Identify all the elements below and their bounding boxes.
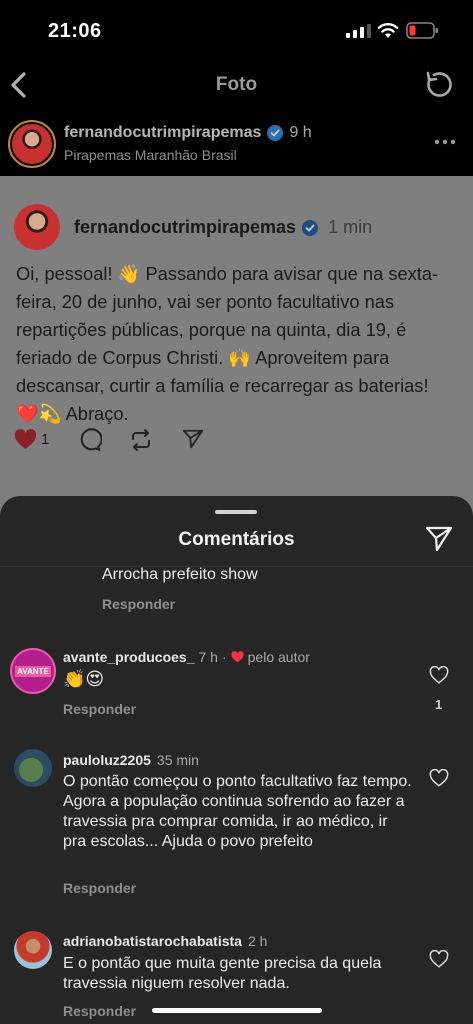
comment-like-count: 1 [435,697,443,712]
post-username[interactable]: fernandocutrimpirapemas [64,124,261,142]
comment-username[interactable]: adrianobatistarochabatista [63,933,242,949]
comment-time: 7 h [198,649,218,665]
send-icon [182,429,204,449]
reply-button[interactable]: Responder [63,701,136,717]
avatar[interactable] [8,120,56,168]
thread-actions: 1 [14,427,234,453]
heart-icon[interactable] [429,666,449,684]
thread-time: 1 min [328,217,373,237]
sheet-title: Comentários [178,529,295,550]
comment-text: 👏😍 [63,669,105,689]
home-indicator[interactable] [152,1008,322,1013]
page-title: Foto [215,74,258,95]
comment-time: 2 h [247,933,268,949]
thread-text: Oi, pessoal! 👋 Passando para avisar que … [16,263,439,424]
thread-avatar [14,204,60,250]
battery-icon [406,22,438,39]
reply-button[interactable]: Responder [63,1003,136,1019]
post-time: 9 h [289,124,312,141]
thread-username: fernandocutrimpirapemas [74,217,297,237]
post-image: fernandocutrimpirapemas 1 min Oi, pessoa… [0,176,473,536]
avatar[interactable]: AVANTE [10,648,56,694]
comment-text: O pontão começou o ponto facultativo faz… [63,773,412,850]
avatar[interactable] [14,931,52,969]
comment-time: 35 min [156,752,199,768]
author-like-label: pelo autor [247,649,310,665]
heart-icon [231,651,244,663]
comment-username[interactable]: avante_producoes_ [63,649,195,665]
heart-icon[interactable] [429,950,449,968]
heart-icon[interactable] [429,769,449,787]
drag-handle[interactable] [215,510,257,514]
reply-button[interactable]: Responder [102,596,175,612]
heart-icon [14,429,37,450]
wifi-icon [377,23,399,38]
verified-icon [267,125,284,141]
refresh-icon[interactable] [424,70,454,100]
verified-icon [302,219,319,236]
partial-comment-text: Arrocha prefeito show [102,566,258,583]
signal-icon [346,24,371,38]
avatar-logo-text: AVANTE [15,665,51,677]
comments-sheet: Comentários Arrocha prefeito show Respon… [0,496,473,1024]
post-location[interactable]: Pirapemas Maranhão Brasil [64,147,237,163]
share-icon[interactable] [425,526,453,552]
avatar[interactable] [14,749,52,787]
post-header: fernandocutrimpirapemas 9 h Pirapemas Ma… [0,112,473,176]
status-time: 21:06 [48,20,102,42]
status-bar: 21:06 [0,0,473,60]
comment-username[interactable]: pauloluz2205 [63,752,151,768]
comment-icon [80,428,102,451]
nav-bar: Foto [0,60,473,110]
more-icon[interactable] [434,138,456,146]
repost-icon [132,429,150,451]
like-count: 1 [41,431,50,448]
reply-button[interactable]: Responder [63,880,136,896]
comment-text: E o pontão que muita gente precisa da qu… [63,955,382,992]
